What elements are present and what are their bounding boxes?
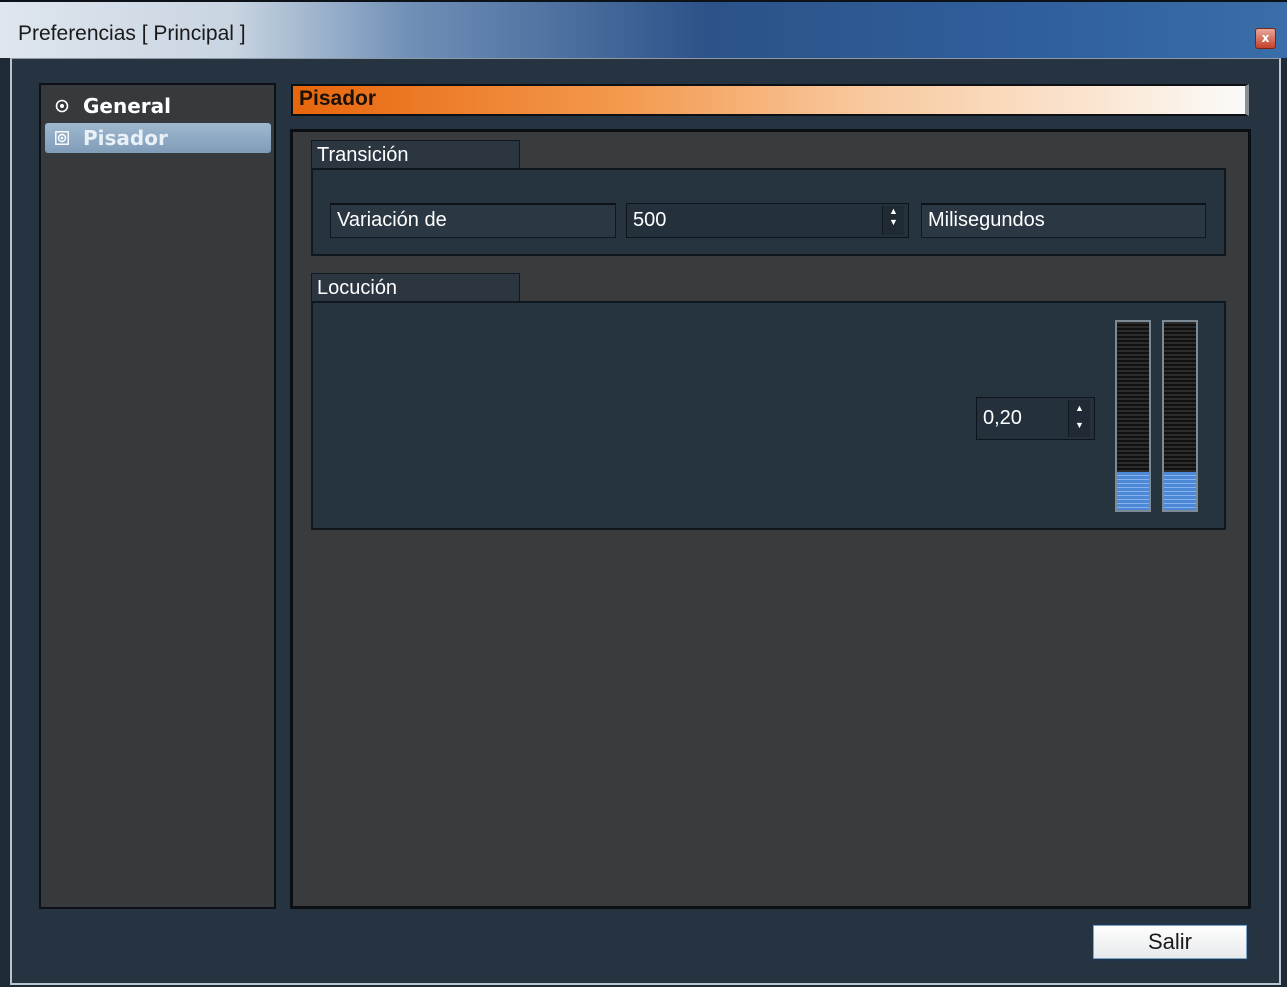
spin-up-icon[interactable]: ▲ <box>883 206 904 217</box>
radio-bullet-icon <box>55 131 69 145</box>
client-area: General Pisador Pisador Transición Varia… <box>10 58 1281 985</box>
level-meter-fill <box>1164 472 1196 510</box>
spin-down-icon[interactable]: ▼ <box>883 217 904 228</box>
locucion-group: 0,20 ▲ ▼ <box>311 301 1226 530</box>
level-meter-fill <box>1117 472 1149 510</box>
locucion-spinbox[interactable]: 0,20 ▲ ▼ <box>976 397 1095 440</box>
close-button[interactable]: x <box>1255 28 1276 49</box>
spin-up-icon[interactable]: ▲ <box>1069 400 1090 417</box>
unit-label: Milisegundos <box>921 203 1206 238</box>
transicion-group-label: Transición <box>311 140 520 170</box>
variacion-value: 500 <box>633 209 667 231</box>
title-bar[interactable]: Preferencias [ Principal ] x <box>0 0 1287 58</box>
sidebar-item-pisador[interactable]: Pisador <box>45 123 271 153</box>
preferences-window: Preferencias [ Principal ] x General Pis… <box>0 0 1287 987</box>
sidebar: General Pisador <box>39 83 276 909</box>
section-title: Pisador <box>299 87 377 110</box>
close-icon: x <box>1261 31 1270 45</box>
section-header: Pisador <box>291 84 1249 116</box>
level-meter-right <box>1162 320 1198 512</box>
sidebar-item-general[interactable]: General <box>45 91 271 121</box>
locucion-value: 0,20 <box>983 407 1022 429</box>
spin-arrows[interactable]: ▲ ▼ <box>882 206 904 235</box>
locucion-group-label: Locución <box>311 273 520 303</box>
variacion-spinbox[interactable]: 500 ▲ ▼ <box>626 203 909 238</box>
exit-button[interactable]: Salir <box>1091 923 1249 961</box>
sidebar-item-label: General <box>83 94 171 118</box>
main-panel: Transición Variación de 500 ▲ ▼ Milisegu… <box>290 129 1251 909</box>
spin-down-icon[interactable]: ▼ <box>1069 417 1090 434</box>
window-title: Preferencias [ Principal ] <box>18 22 246 45</box>
sidebar-item-label: Pisador <box>83 126 168 150</box>
transicion-group: Variación de 500 ▲ ▼ Milisegundos <box>311 168 1226 256</box>
variacion-label: Variación de <box>330 203 616 238</box>
radio-bullet-icon <box>55 99 69 113</box>
spin-arrows[interactable]: ▲ ▼ <box>1068 400 1090 437</box>
level-meter-left <box>1115 320 1151 512</box>
